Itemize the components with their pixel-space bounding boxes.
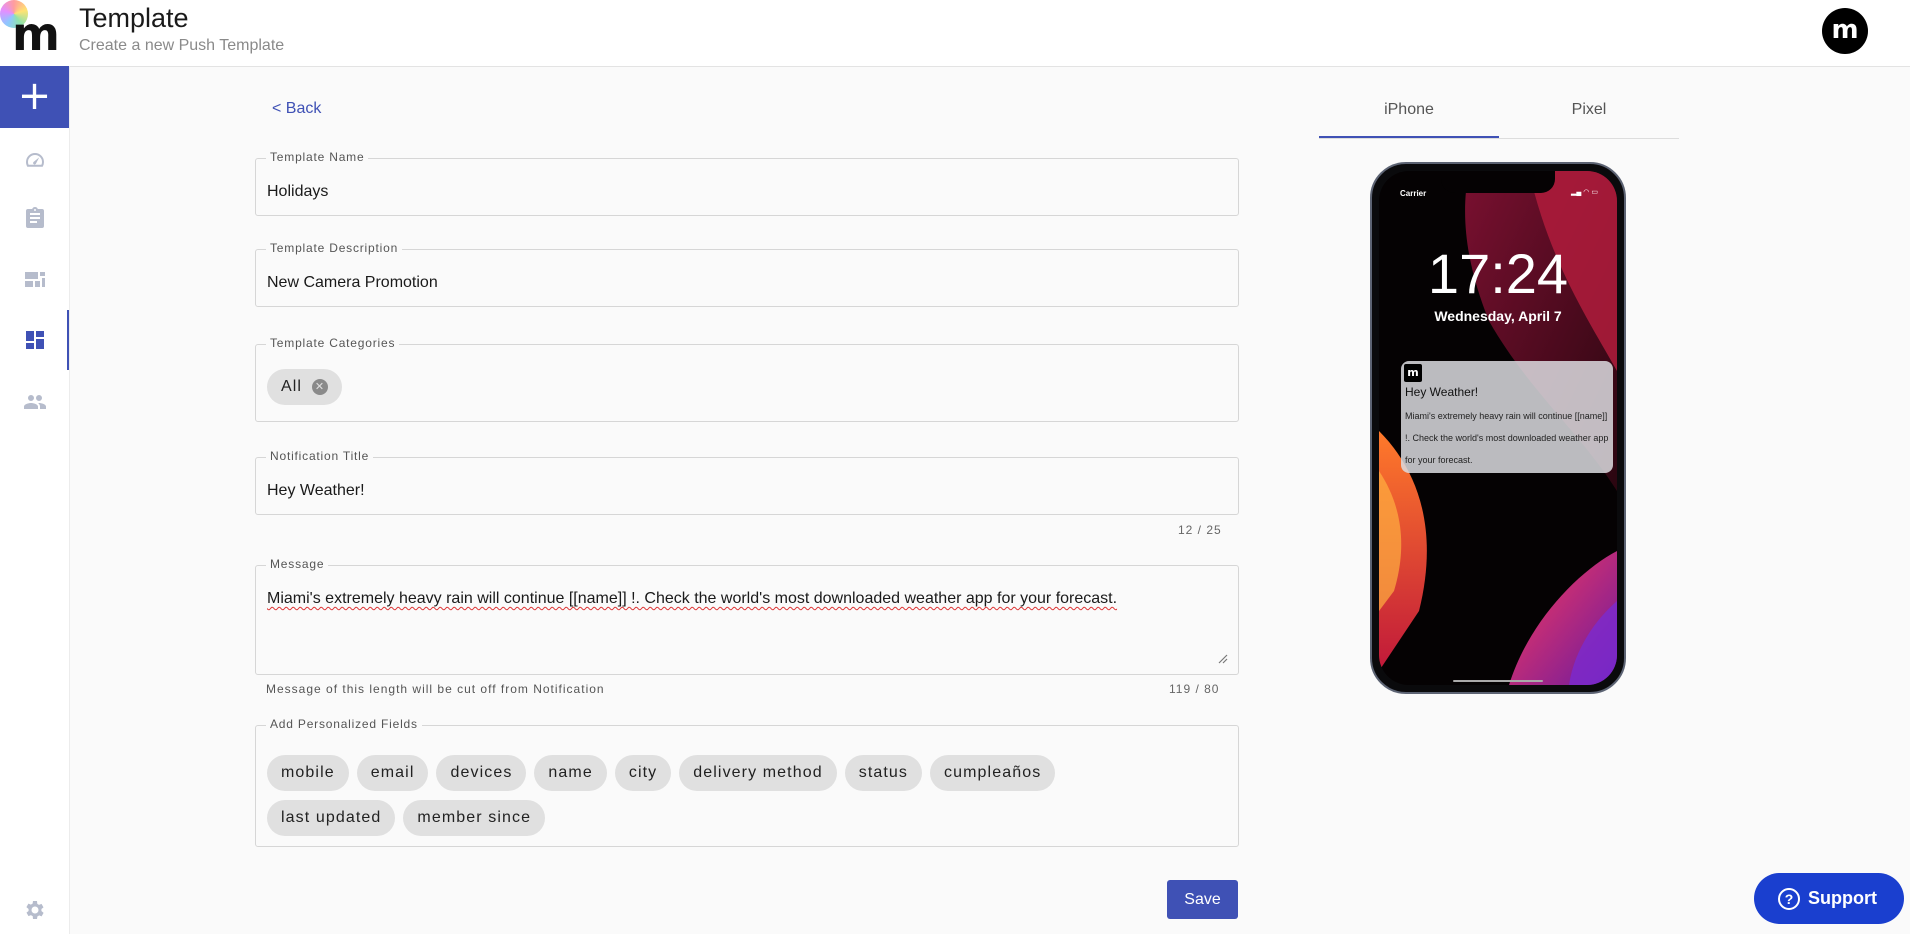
phone-notch <box>1441 171 1555 193</box>
close-icon[interactable]: ✕ <box>312 378 329 395</box>
field-chip-name[interactable]: name <box>534 754 607 791</box>
message-length-hint: Message of this length will be cut off f… <box>266 682 605 696</box>
message-field[interactable]: Message Miami's extremely heavy rain wil… <box>255 557 1239 675</box>
template-name-field[interactable]: Template Name Holidays <box>255 150 1239 216</box>
lockscreen-time: 17:24 <box>1427 242 1569 305</box>
personalized-field-chips: mobile email devices name city delivery metho… <box>267 750 1227 840</box>
template-name-label: Template Name <box>266 150 369 164</box>
sidebar-item-users[interactable] <box>0 372 69 432</box>
notification-preview-title: Hey Weather! <box>1405 385 1479 399</box>
template-categories-label: Template Categories <box>266 336 400 350</box>
field-chip-mobile[interactable]: mobile <box>267 754 349 791</box>
sidebar-item-reports[interactable] <box>0 188 69 248</box>
sidebar-item-templates[interactable] <box>0 310 69 370</box>
page-subtitle: Create a new Push Template <box>79 37 285 54</box>
support-label: Support <box>1808 888 1877 908</box>
tab-iphone[interactable]: iPhone <box>1319 88 1499 138</box>
clipboard-icon <box>25 207 44 228</box>
back-link[interactable]: < Back <box>272 100 321 118</box>
page-title: Template <box>79 3 189 33</box>
templates-grid-icon <box>25 331 44 349</box>
message-value[interactable]: Miami's extremely heavy rain will contin… <box>267 590 1217 608</box>
resize-handle-icon[interactable] <box>1216 652 1228 664</box>
field-chip-devices[interactable]: devices <box>436 754 527 791</box>
people-icon <box>23 395 46 409</box>
avatar[interactable]: m <box>1822 8 1868 54</box>
template-name-value[interactable]: Holidays <box>267 183 328 201</box>
campaigns-icon <box>24 272 45 287</box>
app-icon: m <box>1404 364 1422 382</box>
field-chip-member-since[interactable]: member since <box>403 799 546 836</box>
lockscreen-date: Wednesday, April 7 <box>1434 308 1562 324</box>
template-description-value[interactable]: New Camera Promotion <box>267 274 438 292</box>
field-chip-status[interactable]: status <box>844 754 923 791</box>
personalized-fields-label: Add Personalized Fields <box>266 717 422 731</box>
carrier-label: Carrier <box>1400 189 1427 198</box>
add-button[interactable]: + <box>0 66 69 128</box>
title-char-counter: 12 / 25 <box>1178 523 1222 537</box>
template-categories-field[interactable]: Template Categories All ✕ <box>255 336 1239 422</box>
field-chip-last-updated[interactable]: last updated <box>267 799 396 836</box>
phone-screen: Carrier ▂▄ ◠ ▭ 17:24 Wednesday, April 7 … <box>1379 171 1617 685</box>
iphone-preview: Carrier ▂▄ ◠ ▭ 17:24 Wednesday, April 7 … <box>1370 162 1626 694</box>
dashboard-gauge-icon <box>25 153 44 167</box>
sidebar-item-campaigns[interactable] <box>0 249 69 309</box>
notification-title-label: Notification Title <box>266 449 374 463</box>
sidebar-item-dashboard[interactable] <box>0 130 69 190</box>
message-char-counter: 119 / 80 <box>1169 682 1220 696</box>
notification-preview-body: Miami's extremely heavy rain will contin… <box>1405 411 1609 465</box>
home-indicator <box>1453 680 1543 682</box>
template-description-label: Template Description <box>266 241 403 255</box>
field-chip-cumpleanos[interactable]: cumpleaños <box>930 754 1056 791</box>
field-chip-email[interactable]: email <box>356 754 429 791</box>
settings-button[interactable] <box>22 898 46 927</box>
gear-icon <box>26 901 44 919</box>
notification-title-value[interactable]: Hey Weather! <box>267 482 365 500</box>
category-chip[interactable]: All ✕ <box>267 369 343 405</box>
app-logo[interactable]: m <box>0 0 60 61</box>
sidebar: + <box>0 66 70 934</box>
app-header: m Template Create a new Push Template m <box>0 0 1910 67</box>
support-button[interactable]: ? Support <box>1754 873 1904 924</box>
preview-tabs: iPhone Pixel <box>1319 88 1679 139</box>
field-chip-delivery-method[interactable]: delivery method <box>679 754 837 791</box>
category-chips: All ✕ <box>267 369 350 405</box>
tab-pixel[interactable]: Pixel <box>1499 88 1679 136</box>
help-icon: ? <box>1778 888 1800 910</box>
status-bar-icons: ▂▄ ◠ ▭ <box>1571 189 1598 196</box>
template-description-field[interactable]: Template Description New Camera Promotio… <box>255 241 1239 307</box>
personalized-fields-box: Add Personalized Fields mobile email devic… <box>255 717 1239 847</box>
logo-letter: m <box>12 7 60 61</box>
notification-title-field[interactable]: Notification Title Hey Weather! <box>255 449 1239 515</box>
category-chip-label: All <box>281 378 303 395</box>
message-label: Message <box>266 557 329 571</box>
save-button[interactable]: Save <box>1167 880 1238 919</box>
notification-preview: m Hey Weather! Miami's extremely heavy r… <box>1401 361 1613 473</box>
field-chip-city[interactable]: city <box>614 754 672 791</box>
